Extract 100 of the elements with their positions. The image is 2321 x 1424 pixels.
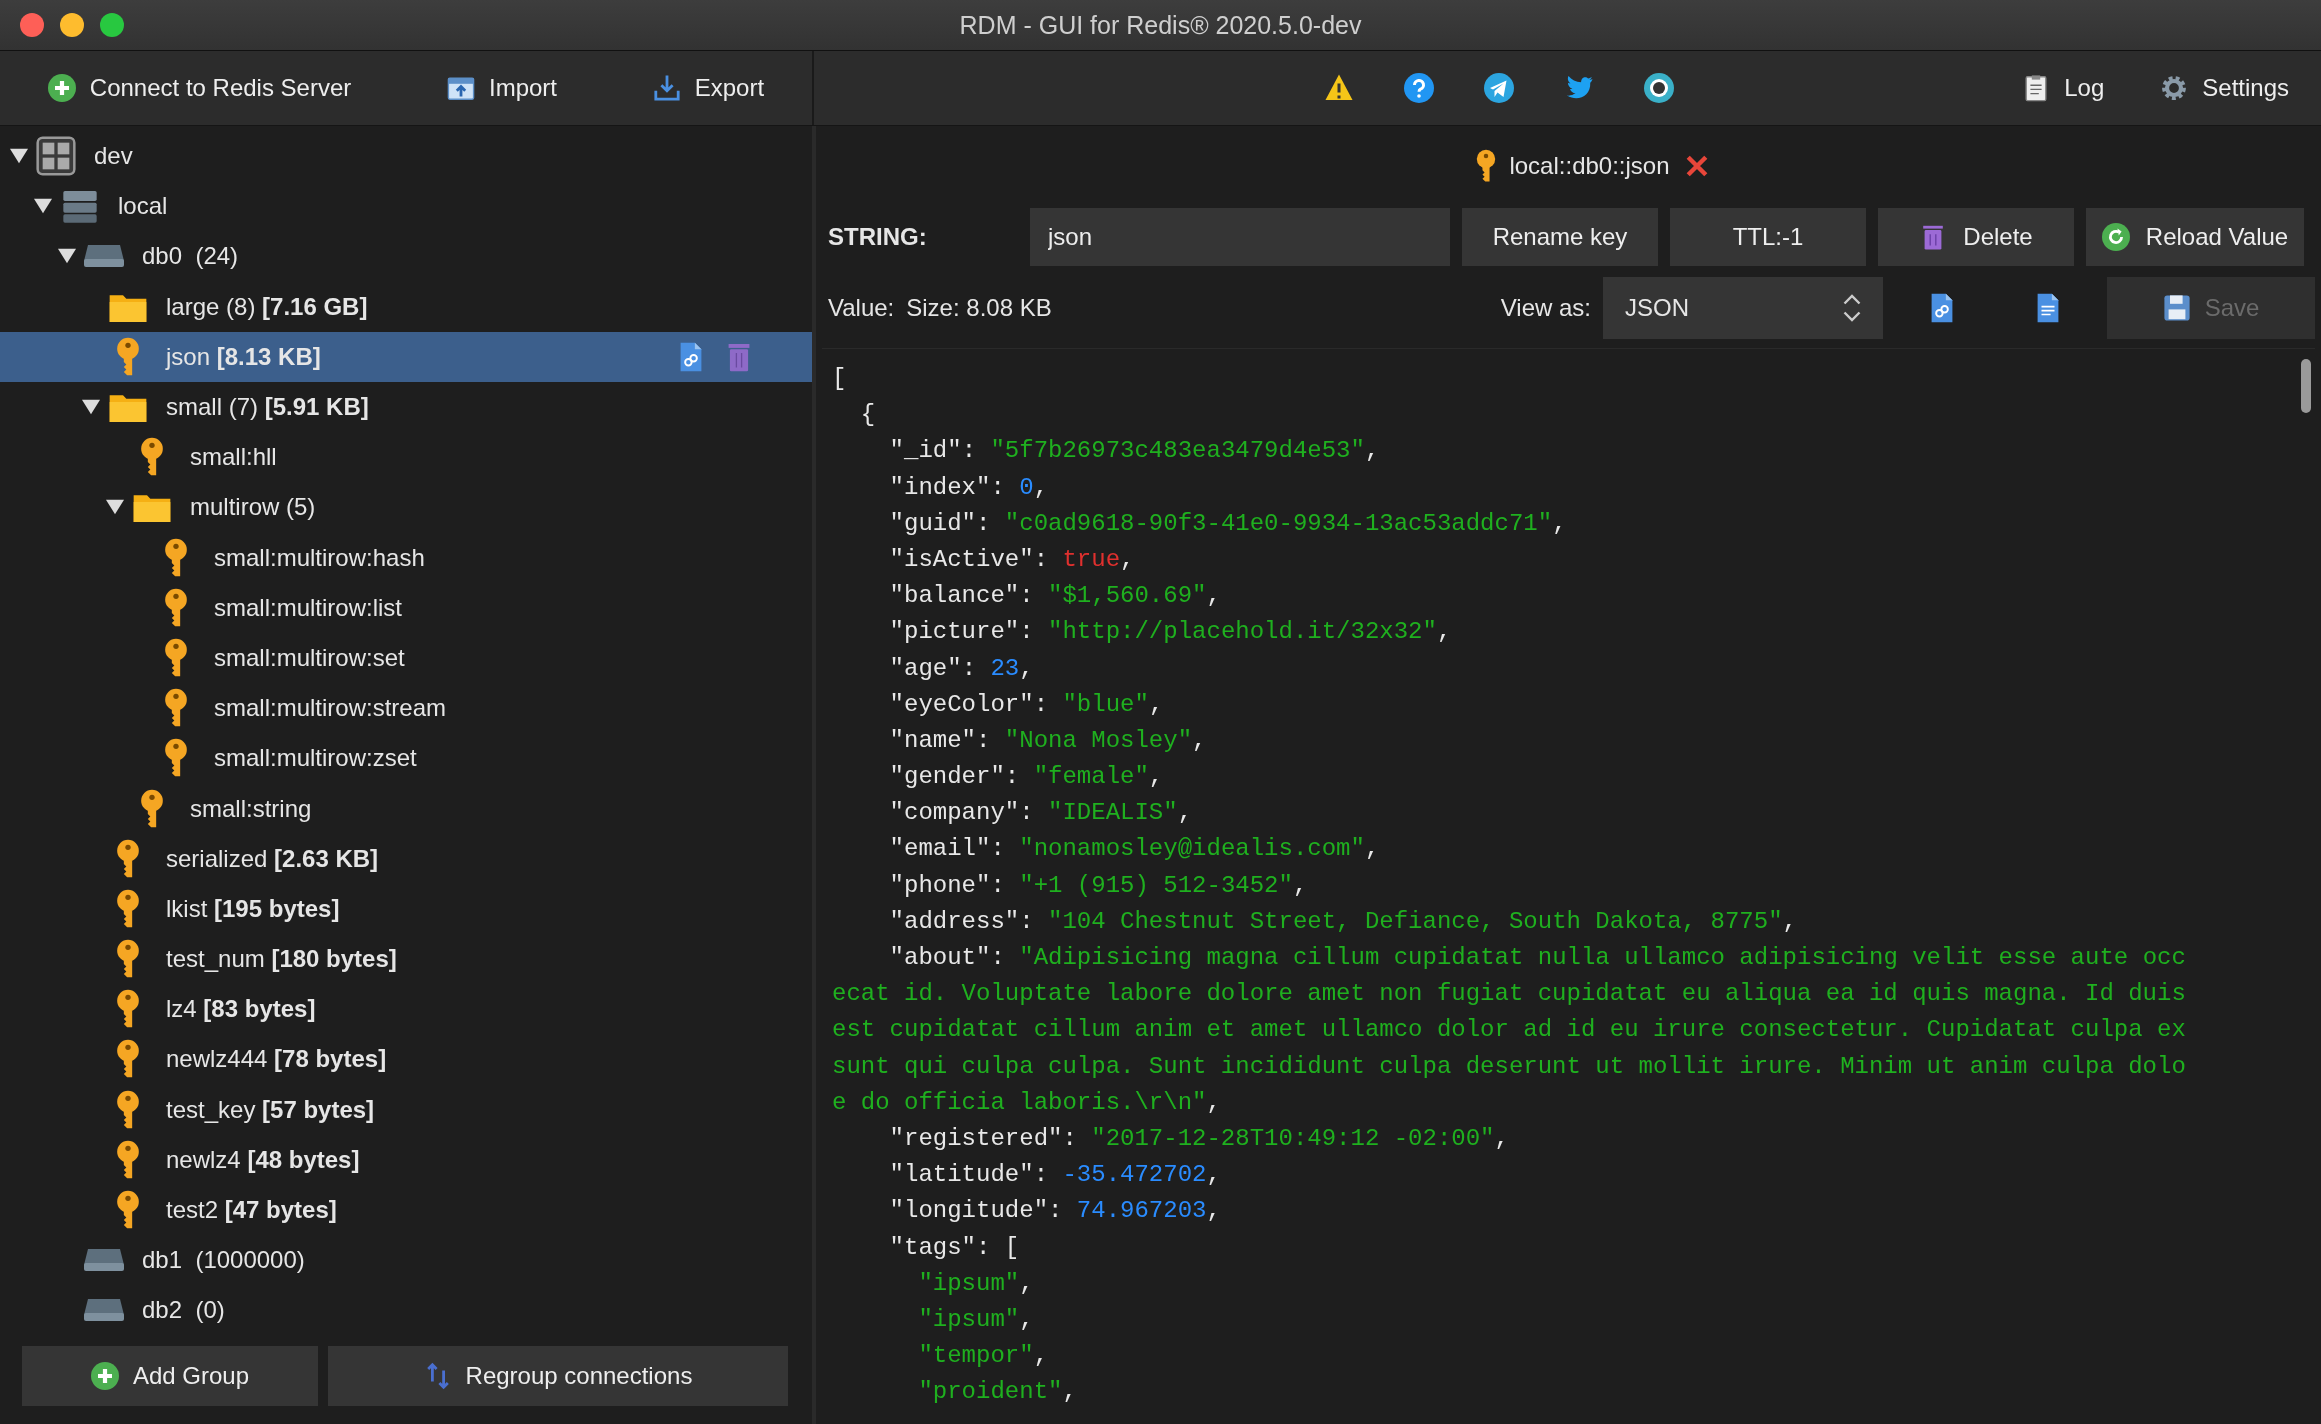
tree-item-label: newlz4 [48 bytes] [166,1145,360,1174]
json-key: "_id" [832,437,962,465]
key-action-button[interactable]: TTL:-1 [1670,208,1866,266]
help-icon[interactable] [1404,73,1435,103]
tree-item[interactable]: lkist [195 bytes] [0,883,812,934]
tree-item[interactable]: serialized [2.63 KB] [0,833,812,884]
tree-item[interactable]: multirow (5) [0,482,812,533]
tree-item[interactable]: test_key [57 bytes] [0,1084,812,1135]
tree-item[interactable]: small:multirow:list [0,582,812,633]
tree-item-label: newlz444 [78 bytes] [166,1045,387,1074]
sidebar-button[interactable]: Regroup connections [328,1346,788,1406]
json-string: "blue" [1062,690,1149,718]
code-punctuation: , [1206,582,1221,610]
tree-item-label: db0 (24) [142,242,239,271]
tree-item[interactable]: newlz4 [48 bytes] [0,1134,812,1185]
code-punctuation: : [1033,690,1050,718]
code-punctuation: : [976,509,992,537]
code-punctuation: : [1019,907,1035,935]
json-string: "tempor" [917,1342,1034,1370]
code-punctuation: , [1494,1124,1509,1152]
tree-item[interactable]: json [8.13 KB] [0,331,812,382]
toolbar-button[interactable]: Import [439,68,566,108]
tree-item[interactable]: newlz444 [78 bytes] [0,1034,812,1085]
tree-item-label: small:multirow:stream [214,694,447,723]
value-size: Size: 8.08 KB [906,294,1052,322]
zoom-window-button[interactable] [100,13,124,37]
tree-item[interactable]: local [0,181,812,232]
json-key: "longitude" [832,1197,1049,1225]
grid-server-icon [36,136,76,177]
key-action-button[interactable]: Delete [1878,208,2074,266]
code-punctuation: [ [832,365,847,392]
tree-item[interactable]: small (7) [5.91 KB] [0,381,812,433]
tree-item-label: db2 (0) [142,1296,225,1325]
tree-item[interactable]: test2 [47 bytes] [0,1184,812,1236]
code-punctuation: , [1177,799,1193,827]
tree-item[interactable]: db0 (24) [0,231,812,282]
toolbar-button[interactable]: Export [644,68,773,108]
json-key: "about" [832,944,991,971]
json-key: "name" [832,726,977,754]
paper-plane-icon[interactable] [1484,73,1515,103]
tree-item-label: multirow (5) [190,493,316,522]
scrollbar[interactable] [2301,359,2311,413]
json-number: 23 [990,654,1020,682]
json-string: "+1 (915) 512-3452" [1019,871,1293,899]
tree-item[interactable]: small:multirow:hash [0,532,812,583]
json-number: 74.967203 [1076,1197,1207,1225]
json-key: "address" [832,907,1020,935]
json-string: est cupidatat cillum anim et amet ullamco dolor ad id eu irure consectetur. Cupidatat culpa ex [832,1016,2186,1044]
code-punctuation: : [976,726,992,754]
json-string: "proident" [917,1378,1063,1406]
code-punctuation: , [1019,654,1034,682]
code-punctuation: : [1019,799,1035,827]
code-punctuation: , [1206,1088,1221,1116]
code-punctuation: , [1033,1342,1049,1370]
tree-item[interactable]: test_num [180 bytes] [0,934,812,985]
warning-icon[interactable] [1324,73,1355,103]
code-punctuation: : [1019,582,1035,610]
code-punctuation: , [1552,509,1567,537]
tree-item[interactable]: small:multirow:zset [0,733,812,784]
reload-icon [2101,223,2130,251]
tree-item[interactable]: db2 (0) [0,1285,812,1336]
download-tray-icon [652,74,681,102]
tree-item[interactable]: small:multirow:stream [0,683,812,734]
tree-item[interactable]: lz4 [83 bytes] [0,984,812,1035]
tree-item[interactable]: db1 (1000000) [0,1235,812,1286]
minimize-window-button[interactable] [60,13,84,37]
disk-icon [84,1299,124,1322]
window-title: RDM - GUI for Redis® 2020.5.0-dev [959,10,1362,40]
document-link-icon[interactable] [678,340,704,373]
json-boolean: true [1062,545,1121,573]
key-action-button[interactable]: Rename key [1462,208,1658,266]
key-name-field[interactable]: json [1030,208,1450,266]
tree-item[interactable]: small:string [0,783,812,834]
document-icon[interactable] [2035,292,2061,324]
json-key: "index" [832,473,991,501]
key-tab[interactable]: local::db0::json [1429,149,1708,183]
json-string: "2017-12-28T10:49:12 -02:00" [1091,1124,1495,1152]
tree-item[interactable]: large (8) [7.16 GB] [0,281,812,332]
tree-item[interactable]: small:hll [0,432,812,483]
toolbar-button[interactable]: Settings [2152,68,2297,108]
document-link-icon[interactable] [1929,292,1955,324]
json-string: "Adipisicing magna cillum cupidatat nulla ullamco adipisicing velit esse aute occ [1019,944,2186,971]
code-punctuation: : [990,944,1006,971]
tree-item[interactable]: dev [0,131,812,182]
toolbar-button[interactable]: Log [2014,68,2113,108]
disk-icon [84,245,124,268]
code-punctuation: , [1120,545,1135,573]
key-action-button[interactable]: Reload Value [2086,208,2304,266]
json-string: "ipsum" [917,1305,1020,1333]
toolbar-button[interactable]: Connect to Redis Server [39,68,360,108]
tree-item-label: db1 (1000000) [142,1246,305,1275]
tree-item-label: small:multirow:hash [214,543,425,572]
view-as-dropdown[interactable]: JSON [1603,277,1883,339]
json-key: "email" [832,835,991,863]
close-icon[interactable] [1685,155,1708,177]
tree-item-label: small:multirow:zset [214,744,417,773]
sidebar-button[interactable]: Add Group [22,1346,318,1406]
tree-item-label: lkist [195 bytes] [166,894,340,923]
tree-item[interactable]: small:multirow:set [0,632,812,684]
close-window-button[interactable] [20,13,44,37]
